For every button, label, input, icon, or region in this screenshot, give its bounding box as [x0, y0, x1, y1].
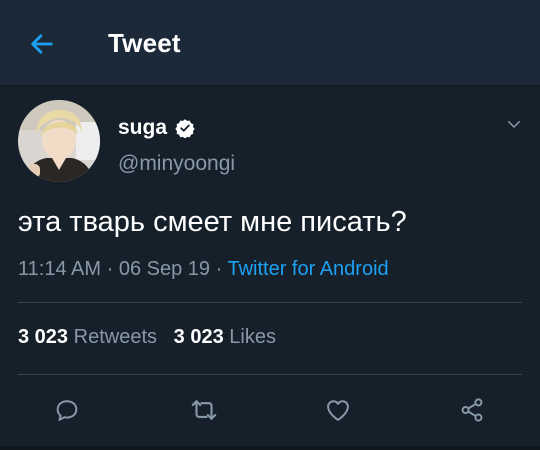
reply-icon — [56, 400, 78, 421]
tweet-source-link[interactable]: Twitter for Android — [227, 258, 388, 280]
likes-label: Likes — [229, 326, 276, 348]
page-title: Tweet — [108, 28, 181, 58]
like-button[interactable] — [318, 390, 358, 430]
author-name-row: suga — [118, 116, 195, 140]
tweet-action-bar — [0, 390, 540, 430]
retweets-count: 3 023 — [18, 326, 69, 348]
author-display-name[interactable]: suga — [118, 116, 167, 140]
likes-stat[interactable]: 3 023 Likes — [174, 326, 276, 348]
meta-separator: · — [215, 258, 223, 280]
section-separator — [0, 446, 540, 450]
share-icon — [461, 398, 483, 422]
retweet-icon — [191, 400, 217, 420]
arrow-left-icon — [31, 34, 53, 54]
retweets-stat[interactable]: 3 023 Retweets — [18, 326, 157, 348]
reply-button[interactable] — [47, 390, 87, 430]
tweet-detail: suga @minyoongi эта тварь смеет мне писа… — [0, 86, 540, 450]
tweet-metadata: 11:14 AM · 06 Sep 19 · Twitter for Andro… — [18, 258, 389, 281]
avatar[interactable] — [18, 100, 100, 182]
divider — [18, 374, 522, 375]
top-app-bar: Tweet — [0, 0, 540, 86]
avatar-image — [18, 100, 100, 182]
retweets-label: Retweets — [73, 326, 157, 348]
author-handle[interactable]: @minyoongi — [118, 152, 235, 176]
tweet-text: эта тварь смеет мне писать? — [18, 206, 407, 238]
share-button[interactable] — [452, 390, 492, 430]
tweet-stats: 3 023 Retweets 3 023 Likes — [18, 326, 276, 349]
back-button[interactable] — [22, 24, 62, 64]
chevron-down-icon — [508, 121, 520, 128]
heart-icon — [327, 400, 349, 421]
likes-count: 3 023 — [173, 326, 224, 348]
tweet-date: 06 Sep 19 — [118, 258, 211, 280]
meta-separator: · — [106, 258, 114, 280]
divider — [18, 302, 522, 303]
tweet-time: 11:14 AM — [18, 258, 102, 280]
tweet-menu-button[interactable] — [502, 112, 526, 136]
retweet-button[interactable] — [184, 390, 224, 430]
verified-badge-icon — [175, 119, 195, 138]
